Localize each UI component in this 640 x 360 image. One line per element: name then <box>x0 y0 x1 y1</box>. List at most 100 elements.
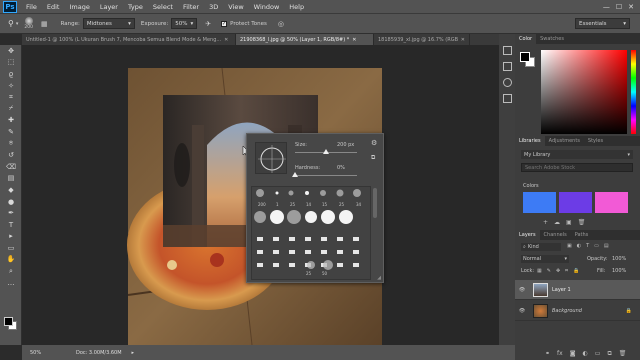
brush-preset[interactable] <box>305 237 311 241</box>
fill-value[interactable]: 100% <box>612 268 626 274</box>
dodge-icon[interactable]: ● <box>0 196 22 208</box>
brush-preset-thumbnails[interactable] <box>252 187 371 280</box>
add-content-icon[interactable]: + <box>543 219 548 226</box>
pen-icon[interactable]: ✒ <box>0 207 22 219</box>
menu-layer[interactable]: Layer <box>95 3 123 11</box>
brush-preset[interactable] <box>353 263 359 267</box>
brush-preset[interactable] <box>257 237 263 241</box>
history-icon[interactable] <box>502 46 512 55</box>
brush-icon[interactable]: ✎ <box>0 126 22 138</box>
brush-preset[interactable] <box>270 210 284 224</box>
lock-paint-icon[interactable]: ✎ <box>547 268 551 274</box>
brush-preset[interactable] <box>289 250 295 254</box>
library-select[interactable]: My Library ▾ <box>521 150 633 159</box>
brush-preset[interactable] <box>305 191 309 195</box>
healing-icon[interactable]: ✚ <box>0 115 22 127</box>
lock-artboard-icon[interactable]: ⌗ <box>565 268 568 274</box>
brush-preset[interactable] <box>339 210 353 224</box>
smart-filter-icon[interactable]: ▤ <box>604 243 609 249</box>
new-preset-icon[interactable]: ⧉ <box>371 154 375 162</box>
tab-layers[interactable]: Layers <box>515 230 540 240</box>
tab-paths[interactable]: Paths <box>571 230 593 240</box>
properties-icon[interactable] <box>502 62 512 71</box>
brush-preset[interactable] <box>353 237 359 241</box>
group-icon[interactable]: ▭ <box>595 350 601 358</box>
eraser-icon[interactable]: ⌫ <box>0 161 22 173</box>
menu-filter[interactable]: Filter <box>178 3 204 11</box>
exposure-input[interactable]: 50% ▾ <box>171 18 198 29</box>
menu-window[interactable]: Window <box>249 3 285 11</box>
tab-channels[interactable]: Channels <box>540 230 571 240</box>
library-color-swatch[interactable] <box>559 192 592 213</box>
brush-preset[interactable] <box>321 210 335 224</box>
workspace-select[interactable]: Essentials ▾ <box>575 18 630 29</box>
gradient-icon[interactable]: ▤ <box>0 173 22 185</box>
close-icon[interactable]: ✕ <box>352 37 356 43</box>
lasso-icon[interactable]: ϱ <box>0 68 22 80</box>
menu-view[interactable]: View <box>223 3 248 11</box>
lock-pixels-icon[interactable]: ▦ <box>537 268 542 274</box>
more-icon[interactable]: … <box>0 277 22 289</box>
brush-preset[interactable] <box>337 237 343 241</box>
hardness-slider-handle[interactable] <box>292 172 298 177</box>
brush-preset[interactable] <box>273 237 279 241</box>
tab-color[interactable]: Color <box>515 34 537 44</box>
menu-file[interactable]: File <box>21 3 42 11</box>
brush-panel-icon[interactable]: ▦ <box>41 20 48 28</box>
layer-row-layer-1[interactable]: 👁 Layer 1 <box>515 280 640 300</box>
menu-help[interactable]: Help <box>284 3 309 11</box>
size-value[interactable]: 200 px <box>337 142 354 148</box>
menu-select[interactable]: Select <box>148 3 178 11</box>
link-layers-icon[interactable]: ⚭ <box>545 350 550 358</box>
stamp-icon[interactable]: ⍟ <box>0 138 22 150</box>
magic-wand-icon[interactable]: ✧ <box>0 80 22 92</box>
tab-adjustments[interactable]: Adjustments <box>545 136 584 146</box>
trash-icon[interactable]: 🗑 <box>578 219 586 226</box>
eyedropper-icon[interactable]: ⌿ <box>0 103 22 115</box>
zoom-level[interactable]: 50% <box>30 350 52 356</box>
brush-preset[interactable] <box>305 250 311 254</box>
dodge-tool-icon[interactable]: ⚲ <box>8 19 14 28</box>
maximize-icon[interactable]: ☐ <box>616 3 622 11</box>
brush-preset[interactable] <box>257 263 263 267</box>
foreground-color-swatch[interactable] <box>520 52 530 62</box>
hue-slider[interactable] <box>631 50 636 134</box>
tab-21908368[interactable]: 21908368_l.jpg @ 50% (Layer 1, RGB/8#) *… <box>236 34 374 45</box>
stock-icon[interactable]: ▣ <box>566 219 572 226</box>
protect-tones-checkbox[interactable]: ✓ <box>221 20 228 27</box>
tab-untitled-1[interactable]: Untitled-1 @ 100% (L Ukuran Brush 7, Men… <box>22 34 236 45</box>
path-select-icon[interactable]: ▸ <box>0 231 22 243</box>
tab-styles[interactable]: Styles <box>584 136 607 146</box>
opacity-value[interactable]: 100% <box>612 256 626 262</box>
tab-18185939[interactable]: 18185939_xl.jpg @ 16.7% (RGB/8*) ✕ <box>374 34 470 45</box>
chevron-right-icon[interactable]: ▸ <box>132 350 135 356</box>
color-picker-field[interactable] <box>541 50 627 134</box>
brush-preset[interactable] <box>289 263 295 267</box>
size-slider-handle[interactable] <box>323 149 329 154</box>
mask-icon[interactable]: ◙ <box>570 350 576 358</box>
adjustment-filter-icon[interactable]: ◐ <box>577 243 581 249</box>
brush-preset[interactable] <box>287 210 301 224</box>
brush-preset[interactable] <box>337 250 343 254</box>
brush-preset-picker[interactable]: 200 <box>24 17 33 30</box>
brush-preset[interactable] <box>275 191 279 195</box>
info-icon[interactable] <box>502 78 512 87</box>
brush-preset[interactable] <box>320 190 326 196</box>
type-filter-icon[interactable]: T <box>586 243 589 249</box>
cloud-icon[interactable]: ☁ <box>554 219 560 226</box>
range-select[interactable]: Midtones ▾ <box>82 18 135 29</box>
brush-preset[interactable] <box>256 189 264 197</box>
tab-swatches[interactable]: Swatches <box>536 34 568 44</box>
brush-preset[interactable] <box>321 250 327 254</box>
eye-icon[interactable]: 👁 <box>515 308 529 314</box>
hand-icon[interactable]: ✋ <box>0 254 22 266</box>
brush-preset[interactable] <box>289 237 295 241</box>
minimize-icon[interactable]: — <box>603 3 610 11</box>
library-color-swatch[interactable] <box>523 192 556 213</box>
layer-row-background[interactable]: 👁 Background 🔒 <box>515 301 640 321</box>
close-icon[interactable]: ✕ <box>224 37 228 43</box>
brush-preset[interactable] <box>254 211 266 223</box>
menu-3d[interactable]: 3D <box>204 3 223 11</box>
hardness-slider-track[interactable] <box>295 175 357 176</box>
menu-edit[interactable]: Edit <box>42 3 65 11</box>
